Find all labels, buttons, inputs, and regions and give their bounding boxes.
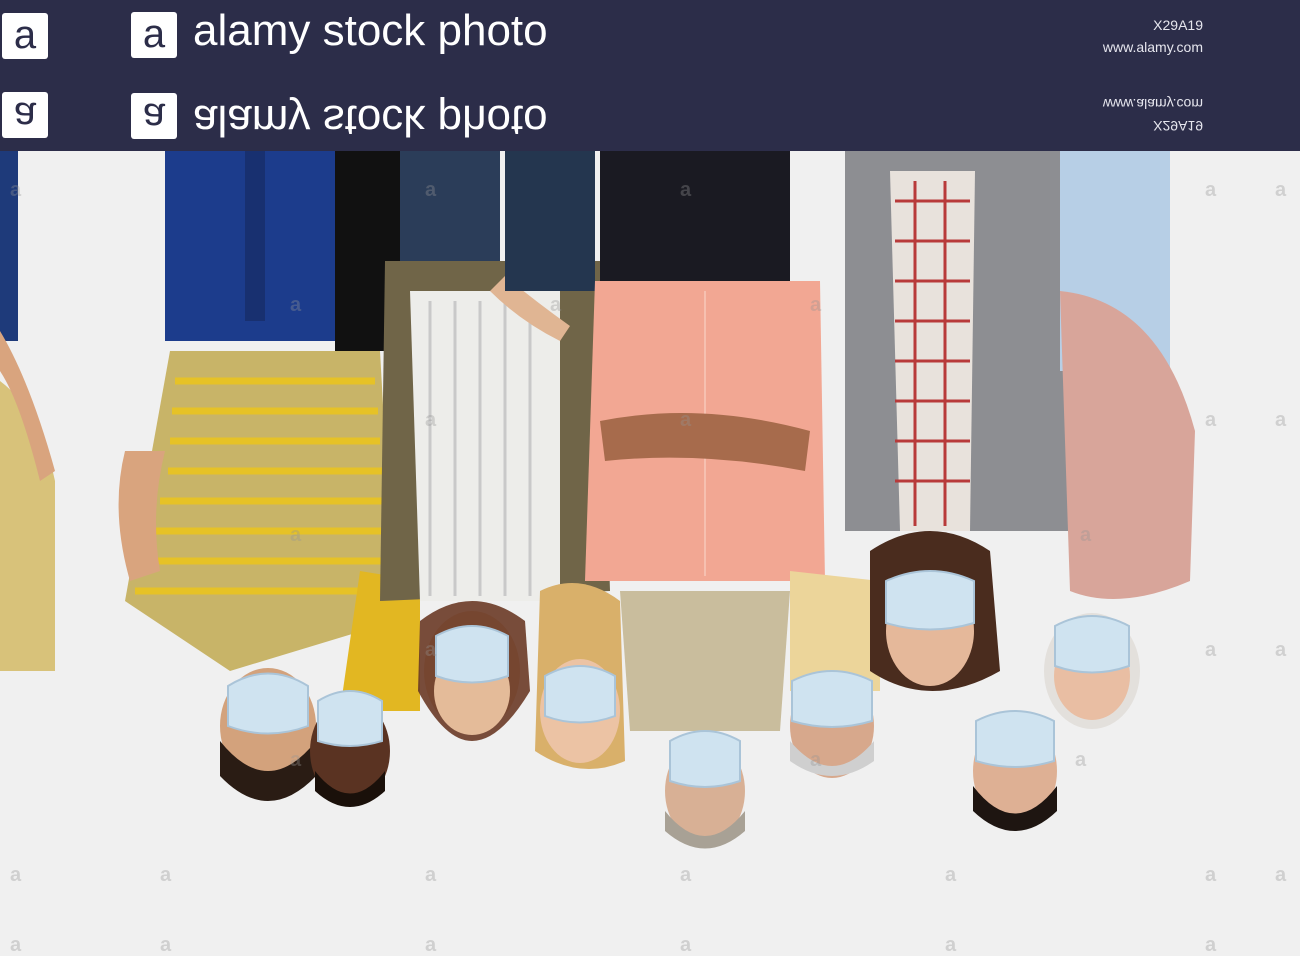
svg-text:a: a (1205, 639, 1217, 661)
svg-text:a: a (1205, 409, 1217, 431)
banner-row: a a alamy stock photo X29A19 www.alamy.c… (0, 0, 1300, 75)
svg-text:a: a (160, 864, 172, 886)
svg-text:a: a (290, 294, 302, 316)
svg-text:a: a (10, 934, 22, 956)
brand-text: alamy stock photo (193, 6, 548, 55)
svg-text:a: a (680, 179, 692, 201)
svg-text:a: a (1075, 749, 1087, 771)
svg-text:a: a (1275, 639, 1287, 661)
watermark-banner: a a alamy stock photo X29A19 www.alamy.c… (0, 0, 1300, 151)
svg-text:a: a (425, 179, 437, 201)
website-url: www.alamy.com (1102, 39, 1203, 55)
svg-text:a: a (1275, 179, 1287, 201)
svg-text:a: a (680, 864, 692, 886)
svg-text:a: a (1205, 179, 1217, 201)
alamy-logo-icon: a (131, 12, 177, 58)
banner-row-mirrored: a a alamy stock photo X29A19 www.alamy.c… (0, 76, 1300, 151)
svg-text:a: a (425, 864, 437, 886)
svg-text:a: a (10, 864, 22, 886)
svg-text:a: a (680, 934, 692, 956)
svg-text:a: a (945, 864, 957, 886)
svg-text:a: a (425, 639, 437, 661)
person-dark-hair-man-right (973, 710, 1057, 831)
person-grey-hair-man (790, 571, 880, 778)
svg-text:a: a (810, 749, 822, 771)
svg-text:a: a (1275, 864, 1287, 886)
svg-text:a: a (1080, 524, 1092, 546)
brand-text: alamy stock photo (193, 96, 548, 145)
svg-text:a: a (10, 179, 22, 201)
svg-text:a: a (1205, 934, 1217, 956)
svg-text:a: a (1275, 409, 1287, 431)
alamy-logo-icon: a (2, 92, 48, 138)
svg-text:a: a (550, 294, 562, 316)
svg-text:a: a (290, 524, 302, 546)
svg-text:a: a (425, 934, 437, 956)
group-photo: a a a a a a a a a a a a a a a a a a a a a a a a a a a a a a a a a (0, 151, 1300, 956)
svg-text:a: a (160, 934, 172, 956)
website-url: www.alamy.com (1102, 96, 1203, 112)
alamy-logo-icon: a (131, 93, 177, 139)
svg-text:a: a (810, 294, 822, 316)
svg-text:a: a (680, 409, 692, 431)
alamy-logo-icon: a (2, 13, 48, 59)
svg-text:a: a (290, 749, 302, 771)
svg-text:a: a (945, 934, 957, 956)
image-id: X29A19 (1153, 17, 1203, 33)
svg-text:a: a (1205, 864, 1217, 886)
upside-down-group-photo: a a a a a a a a a a a a a a a a a a a a a a a a a a a a a a a a a (0, 151, 1300, 956)
image-id: X29A19 (1153, 118, 1203, 134)
svg-text:a: a (425, 409, 437, 431)
